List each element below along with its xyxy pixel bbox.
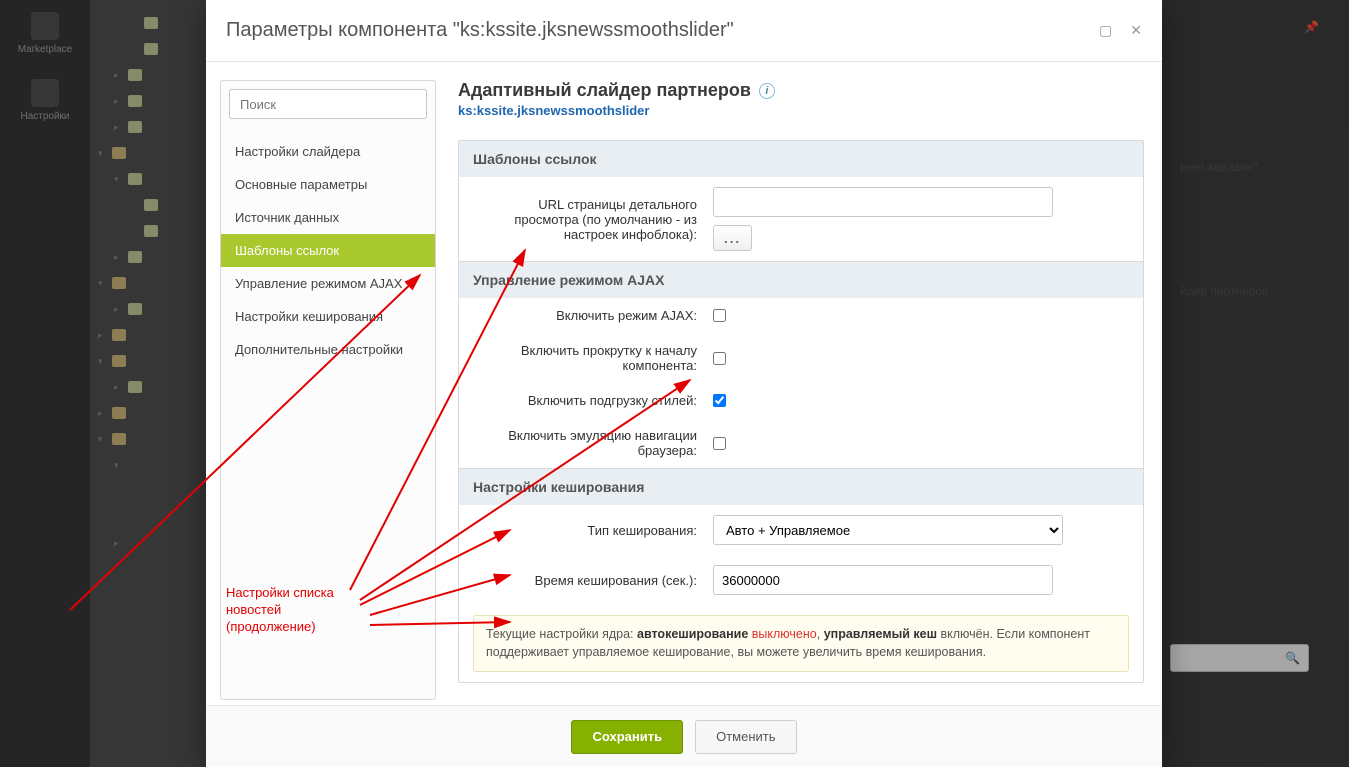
content-title: Адаптивный слайдер партнеров i: [458, 80, 1148, 101]
settings-menu: Настройки слайдераОсновные параметрыИсто…: [220, 80, 436, 700]
menu-search-wrap: [221, 81, 435, 127]
component-params-dialog: Параметры компонента "ks:kssite.jksnewss…: [206, 0, 1162, 767]
field-label: URL страницы детального просмотра (по ум…: [473, 197, 713, 242]
field-ajax-enable: Включить режим AJAX:: [459, 298, 1143, 333]
menu-item[interactable]: Основные параметры: [221, 168, 435, 201]
dialog-footer: Сохранить Отменить: [206, 705, 1162, 767]
section-cache-header: Настройки кеширования: [459, 468, 1143, 505]
ajax-scroll-checkbox[interactable]: [713, 352, 726, 365]
cache-time-input[interactable]: [713, 565, 1053, 595]
detail-url-input[interactable]: [713, 187, 1053, 217]
field-cache-type: Тип кеширования: Авто + Управляемое: [459, 505, 1143, 555]
menu-search-input[interactable]: [229, 89, 427, 119]
browse-button[interactable]: ...: [713, 225, 752, 251]
field-ajax-styles: Включить подгрузку стилей:: [459, 383, 1143, 418]
field-label: Включить подгрузку стилей:: [473, 393, 713, 408]
save-button[interactable]: Сохранить: [571, 720, 683, 754]
info-icon[interactable]: i: [759, 83, 775, 99]
section-links-header: Шаблоны ссылок: [459, 141, 1143, 177]
field-cache-time: Время кеширования (сек.):: [459, 555, 1143, 605]
menu-item[interactable]: Шаблоны ссылок: [221, 234, 435, 267]
field-label: Тип кеширования:: [473, 523, 713, 538]
menu-item[interactable]: Управление режимом AJAX: [221, 267, 435, 300]
field-label: Включить прокрутку к началу компонента:: [473, 343, 713, 373]
section-ajax-header: Управление режимом AJAX: [459, 261, 1143, 298]
ajax-nav-checkbox[interactable]: [713, 437, 726, 450]
field-ajax-nav: Включить эмуляцию навигации браузера:: [459, 418, 1143, 468]
field-label: Время кеширования (сек.):: [473, 573, 713, 588]
field-label: Включить режим AJAX:: [473, 308, 713, 323]
menu-item[interactable]: Настройки слайдера: [221, 135, 435, 168]
menu-item[interactable]: Настройки кеширования: [221, 300, 435, 333]
cache-type-select[interactable]: Авто + Управляемое: [713, 515, 1063, 545]
menu-item[interactable]: Источник данных: [221, 201, 435, 234]
ajax-enable-checkbox[interactable]: [713, 309, 726, 322]
content-subtitle: ks:kssite.jksnewssmoothslider: [458, 103, 1148, 118]
dialog-body: Настройки слайдераОсновные параметрыИсто…: [206, 62, 1162, 705]
menu-item[interactable]: Дополнительные настройки: [221, 333, 435, 366]
dialog-title: Параметры компонента "ks:kssite.jksnewss…: [226, 19, 734, 42]
dialog-header: Параметры компонента "ks:kssite.jksnewss…: [206, 0, 1162, 62]
cache-notice: Текущие настройки ядра: автокеширование …: [473, 615, 1129, 672]
field-label: Включить эмуляцию навигации браузера:: [473, 428, 713, 458]
field-detail-url: URL страницы детального просмотра (по ум…: [459, 177, 1143, 261]
maximize-icon[interactable]: ▢: [1099, 22, 1112, 39]
cancel-button[interactable]: Отменить: [695, 720, 796, 754]
settings-content: Адаптивный слайдер партнеров i ks:kssite…: [436, 80, 1148, 705]
close-icon[interactable]: ✕: [1130, 22, 1142, 39]
settings-scroll[interactable]: Шаблоны ссылок URL страницы детального п…: [458, 140, 1148, 705]
ajax-styles-checkbox[interactable]: [713, 394, 726, 407]
field-ajax-scroll: Включить прокрутку к началу компонента:: [459, 333, 1143, 383]
